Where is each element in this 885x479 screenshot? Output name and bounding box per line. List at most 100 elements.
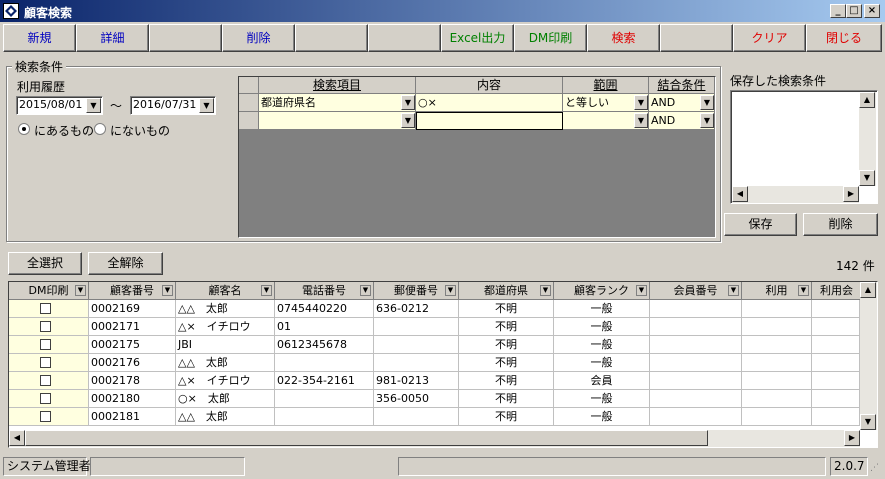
empty-toolbar-button-3[interactable] (368, 24, 441, 52)
scroll-left-icon[interactable]: ◀ (732, 186, 748, 202)
saved-conditions-label: 保存した検索条件 (730, 74, 827, 88)
cell-usage-2 (812, 354, 860, 372)
row-header[interactable] (239, 112, 259, 130)
excel-export-button[interactable]: Excel出力 (441, 24, 514, 52)
header-search-item[interactable]: 検索項目 (259, 77, 416, 94)
cell-dm-print[interactable] (9, 408, 89, 426)
delete-button[interactable]: 削除 (222, 24, 295, 52)
radio-has-label[interactable]: にあるもの (34, 122, 94, 139)
header-dm-print[interactable]: DM印刷 ▼ (9, 282, 89, 300)
row-header[interactable] (239, 94, 259, 112)
dm-print-checkbox[interactable] (40, 357, 51, 368)
date-from-combo[interactable]: 2015/08/01 ▼ (16, 96, 103, 115)
results-vertical-scrollbar[interactable]: ▲ ▼ (860, 282, 877, 430)
criteria-range-cell[interactable]: と等しい ▼ (563, 94, 649, 112)
dm-print-checkbox[interactable] (40, 393, 51, 404)
empty-toolbar-button-2[interactable] (295, 24, 368, 52)
maximize-button[interactable]: □ (846, 4, 862, 18)
chevron-down-icon[interactable]: ▼ (700, 95, 714, 110)
header-prefecture[interactable]: 都道府県 ▼ (459, 282, 554, 300)
save-condition-button[interactable]: 保存 (724, 213, 797, 236)
chevron-down-icon[interactable]: ▼ (634, 113, 648, 128)
result-count: 142 件 (836, 259, 875, 273)
date-to-combo[interactable]: 2016/07/31 ▼ (130, 96, 216, 115)
scroll-thumb[interactable] (25, 430, 708, 446)
criteria-item-cell[interactable]: 都道府県名 ▼ (259, 94, 416, 112)
criteria-item-cell[interactable]: ▼ (259, 112, 416, 130)
radio-has-not[interactable] (94, 123, 106, 135)
minimize-button[interactable]: _ (830, 4, 846, 18)
clear-button[interactable]: クリア (733, 24, 806, 52)
scroll-up-icon[interactable]: ▲ (860, 282, 876, 298)
criteria-content-cell[interactable]: ○× (416, 94, 563, 112)
resize-grip-icon[interactable]: ⋰ (870, 463, 879, 473)
criteria-join-cell[interactable]: AND ▼ (649, 94, 715, 112)
header-zip[interactable]: 郵便番号 ▼ (374, 282, 459, 300)
cell-rank: 一般 (554, 408, 650, 426)
title-bar[interactable]: 顧客検索 _ □ × (0, 0, 885, 22)
close-window-button[interactable]: × (864, 4, 880, 18)
detail-button[interactable]: 詳細 (76, 24, 149, 52)
criteria-content-cell[interactable] (416, 112, 563, 130)
new-button[interactable]: 新規 (3, 24, 76, 52)
dm-print-checkbox[interactable] (40, 339, 51, 350)
delete-condition-button[interactable]: 削除 (803, 213, 878, 236)
horizontal-scrollbar[interactable]: ◀ ▶ (732, 186, 859, 203)
scroll-right-icon[interactable]: ▶ (844, 430, 860, 446)
search-criteria-grid[interactable]: 検索項目 内容 範囲 結合条件 都道府県名 ▼ ○× と等しい ▼ AND ▼ … (238, 76, 716, 238)
results-horizontal-scrollbar[interactable]: ◀ ▶ (9, 430, 860, 447)
header-member-id[interactable]: 会員番号 ▼ (650, 282, 742, 300)
cell-dm-print[interactable] (9, 300, 89, 318)
header-usage-2[interactable]: 利用会 (812, 282, 862, 300)
chevron-down-icon[interactable]: ▼ (86, 98, 101, 113)
cell-dm-print[interactable] (9, 318, 89, 336)
chevron-down-icon[interactable]: ▼ (401, 95, 415, 110)
cell-phone (275, 354, 374, 372)
scroll-right-icon[interactable]: ▶ (843, 186, 859, 202)
cell-rank: 一般 (554, 390, 650, 408)
results-grid[interactable]: DM印刷 ▼ 顧客番号 ▼ 顧客名 ▼ 電話番号 ▼ 郵便番号 ▼ 都道府県 ▼ 顧客ランク… (8, 281, 878, 448)
header-join[interactable]: 結合条件 (649, 77, 715, 94)
usage-history-label: 利用履歴 (17, 80, 66, 94)
header-content[interactable]: 内容 (416, 77, 563, 94)
header-usage[interactable]: 利用 ▼ (742, 282, 812, 300)
header-customer-name[interactable]: 顧客名 ▼ (176, 282, 275, 300)
cell-rank: 会員 (554, 372, 650, 390)
chevron-down-icon[interactable]: ▼ (401, 113, 415, 128)
header-customer-id[interactable]: 顧客番号 ▼ (89, 282, 176, 300)
chevron-down-icon[interactable]: ▼ (199, 98, 214, 113)
header-rank[interactable]: 顧客ランク ▼ (554, 282, 650, 300)
close-button[interactable]: 閉じる (806, 24, 882, 52)
header-phone[interactable]: 電話番号 ▼ (275, 282, 374, 300)
cell-dm-print[interactable] (9, 390, 89, 408)
cell-dm-print[interactable] (9, 336, 89, 354)
search-button[interactable]: 検索 (587, 24, 660, 52)
status-user: システム管理者 (3, 457, 91, 476)
empty-toolbar-button-1[interactable] (149, 24, 222, 52)
header-range[interactable]: 範囲 (563, 77, 649, 94)
scroll-down-icon[interactable]: ▼ (859, 170, 875, 186)
criteria-range-cell[interactable]: ▼ (563, 112, 649, 130)
radio-has[interactable] (18, 123, 30, 135)
dm-print-checkbox[interactable] (40, 411, 51, 422)
empty-toolbar-button-4[interactable] (660, 24, 733, 52)
dm-print-checkbox[interactable] (40, 303, 51, 314)
radio-has-not-label[interactable]: にないもの (110, 122, 170, 139)
saved-conditions-list[interactable]: ▲ ▼ ◀ ▶ (730, 90, 878, 204)
criteria-join-cell[interactable]: AND ▼ (649, 112, 715, 130)
chevron-down-icon[interactable]: ▼ (700, 113, 714, 128)
date-from-value: 2015/08/01 (19, 98, 83, 111)
dm-print-checkbox[interactable] (40, 321, 51, 332)
select-all-button[interactable]: 全選択 (8, 252, 82, 275)
scroll-down-icon[interactable]: ▼ (860, 414, 876, 430)
cell-dm-print[interactable] (9, 354, 89, 372)
chevron-down-icon[interactable]: ▼ (634, 95, 648, 110)
cell-dm-print[interactable] (9, 372, 89, 390)
deselect-all-button[interactable]: 全解除 (88, 252, 163, 275)
vertical-scrollbar[interactable]: ▲ ▼ (859, 92, 876, 186)
dm-print-checkbox[interactable] (40, 375, 51, 386)
dm-print-button[interactable]: DM印刷 (514, 24, 587, 52)
scroll-left-icon[interactable]: ◀ (9, 430, 25, 446)
scroll-up-icon[interactable]: ▲ (859, 92, 875, 108)
grid-corner (239, 77, 259, 94)
